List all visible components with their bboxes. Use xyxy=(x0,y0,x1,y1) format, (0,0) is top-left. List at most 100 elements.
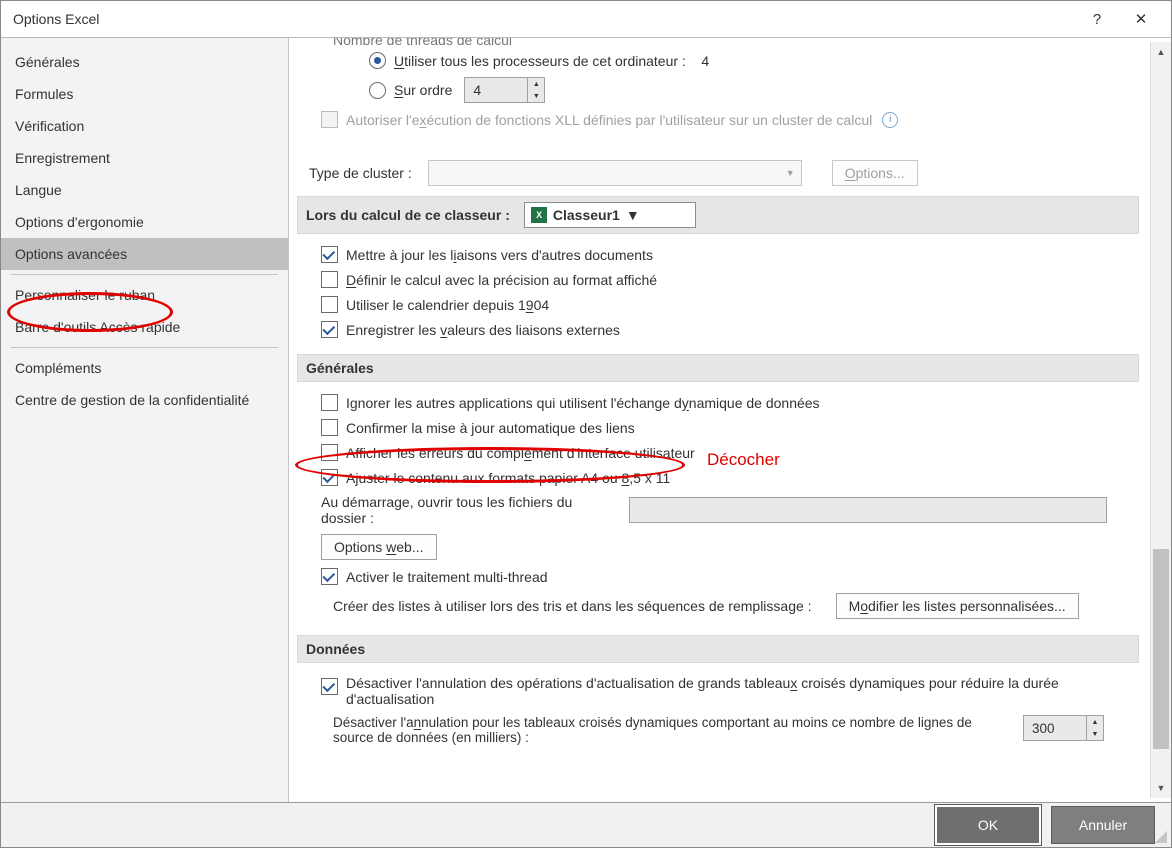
cluster-options-button: Options... xyxy=(832,160,918,186)
custom-lists-label: Créer des listes à utiliser lors des tri… xyxy=(333,598,812,614)
checkbox-label: Utiliser le calendrier depuis 1904 xyxy=(346,297,549,313)
checkbox-icon xyxy=(321,271,338,288)
scroll-thumb[interactable] xyxy=(1153,549,1169,749)
sidebar-item-save[interactable]: Enregistrement xyxy=(1,142,288,174)
checkbox-row-1904[interactable]: Utiliser le calendrier depuis 1904 xyxy=(321,292,1147,317)
checkbox-label: Confirmer la mise à jour automatique des… xyxy=(346,420,635,436)
window-title: Options Excel xyxy=(13,11,99,27)
group-header-workbook-calc: Lors du calcul de ce classeur : X Classe… xyxy=(297,196,1139,234)
spinner-value: 300 xyxy=(1024,716,1086,740)
checkbox-row-save-link-values[interactable]: Enregistrer les valeurs des liaisons ext… xyxy=(321,317,1147,342)
cluster-type-label: Type de cluster : xyxy=(309,165,412,181)
group-title: Générales xyxy=(306,360,374,376)
vertical-scrollbar[interactable]: ▲ ▼ xyxy=(1150,42,1171,798)
sidebar-item-label: Langue xyxy=(15,182,62,198)
group-header-data: Données xyxy=(297,635,1139,663)
custom-lists-button[interactable]: Modifier les listes personnalisées... xyxy=(836,593,1079,619)
sidebar-item-label: Options d'ergonomie xyxy=(15,214,144,230)
checkbox-icon xyxy=(321,246,338,263)
checkbox-row-precision[interactable]: Définir le calcul avec la précision au f… xyxy=(321,267,1147,292)
checkbox-icon xyxy=(321,321,338,338)
sidebar: Générales Formules Vérification Enregist… xyxy=(1,38,289,802)
scroll-up-icon: ▲ xyxy=(1151,42,1171,62)
checkbox-label: Définir le calcul avec la précision au f… xyxy=(346,272,657,288)
checkbox-row-update-links[interactable]: Mettre à jour les liaisons vers d'autres… xyxy=(321,242,1147,267)
custom-lists-row: Créer des listes à utiliser lors des tri… xyxy=(333,589,1147,623)
radio-icon xyxy=(369,82,386,99)
data-undo-threshold-label: Désactiver l'annulation pour les tableau… xyxy=(333,715,1013,745)
data-undo-threshold-row: Désactiver l'annulation pour les tableau… xyxy=(333,711,1107,749)
sidebar-item-advanced[interactable]: Options avancées xyxy=(1,238,288,270)
sidebar-item-language[interactable]: Langue xyxy=(1,174,288,206)
resize-grip-icon[interactable] xyxy=(1155,831,1167,843)
group-title: Lors du calcul de ce classeur : xyxy=(306,207,510,223)
checkbox-row-xll: Autoriser l'exécution de fonctions XLL d… xyxy=(321,107,1147,132)
checkbox-row-ignore-dde[interactable]: Ignorer les autres applications qui util… xyxy=(321,390,1147,415)
checkbox-icon xyxy=(321,394,338,411)
sidebar-item-label: Vérification xyxy=(15,118,84,134)
radio-label: Sur ordre xyxy=(394,82,452,98)
group-title: Données xyxy=(306,641,365,657)
data-threshold-spinner[interactable]: 300 ▲ ▼ xyxy=(1023,715,1104,741)
spinner-up-icon: ▲ xyxy=(528,78,544,90)
sidebar-item-general[interactable]: Générales xyxy=(1,46,288,78)
spinner-value: 4 xyxy=(465,78,527,102)
workbook-name: Classeur1 xyxy=(553,207,620,223)
workbook-dropdown[interactable]: X Classeur1 ▼ xyxy=(524,202,696,228)
checkbox-row-addin-errors[interactable]: Afficher les erreurs du complément d'int… xyxy=(321,440,1147,465)
checkbox-label: Autoriser l'exécution de fonctions XLL d… xyxy=(346,112,872,128)
scroll-down-icon: ▼ xyxy=(1151,778,1171,798)
sidebar-item-label: Personnaliser le ruban xyxy=(15,287,155,303)
checkbox-row-disable-undo-pivot[interactable]: Désactiver l'annulation des opérations d… xyxy=(321,671,1147,711)
sidebar-item-label: Centre de gestion de la confidentialité xyxy=(15,392,249,408)
radio-label: Utiliser tous les processeurs de cet ord… xyxy=(394,53,709,69)
checkbox-row-scale-a4[interactable]: Ajuster le contenu aux formats papier A4… xyxy=(321,465,1147,490)
checkbox-icon xyxy=(321,444,338,461)
close-button[interactable]: ✕ xyxy=(1119,4,1163,34)
group-header-general: Générales xyxy=(297,354,1139,382)
sidebar-item-trust-center[interactable]: Centre de gestion de la confidentialité xyxy=(1,384,288,416)
sidebar-item-qat[interactable]: Barre d'outils Accès rapide xyxy=(1,311,288,343)
checkbox-row-multithread[interactable]: Activer le traitement multi-thread xyxy=(321,564,1147,589)
checkbox-label: Désactiver l'annulation des opérations d… xyxy=(346,675,1086,707)
checkbox-label: Mettre à jour les liaisons vers d'autres… xyxy=(346,247,653,263)
dialog-footer: OK Annuler xyxy=(1,803,1171,847)
cut-heading: Nombre de threads de calcul xyxy=(333,38,1147,48)
excel-icon: X xyxy=(531,207,547,223)
startup-folder-input[interactable] xyxy=(629,497,1107,523)
chevron-down-icon: ▼ xyxy=(786,168,795,178)
sidebar-item-label: Enregistrement xyxy=(15,150,110,166)
main-panel: Nombre de threads de calcul Utiliser tou… xyxy=(289,38,1171,802)
sidebar-item-customize-ribbon[interactable]: Personnaliser le ruban xyxy=(1,279,288,311)
radio-row-on-order[interactable]: Sur ordre 4 ▲ ▼ xyxy=(369,73,1147,107)
titlebar: Options Excel ? ✕ xyxy=(1,1,1171,38)
checkbox-label: Activer le traitement multi-thread xyxy=(346,569,548,585)
ok-button[interactable]: OK xyxy=(935,805,1041,845)
sidebar-item-label: Options avancées xyxy=(15,246,127,262)
threads-spinner[interactable]: 4 ▲ ▼ xyxy=(464,77,545,103)
sidebar-item-label: Barre d'outils Accès rapide xyxy=(15,319,180,335)
sidebar-item-proofing[interactable]: Vérification xyxy=(1,110,288,142)
sidebar-item-access[interactable]: Options d'ergonomie xyxy=(1,206,288,238)
sidebar-item-label: Formules xyxy=(15,86,73,102)
help-button[interactable]: ? xyxy=(1075,4,1119,34)
cluster-type-dropdown: ▼ xyxy=(428,160,802,186)
chevron-down-icon: ▼ xyxy=(626,207,640,223)
startup-folder-row: Au démarrage, ouvrir tous les fichiers d… xyxy=(321,490,1147,530)
checkbox-icon xyxy=(321,568,338,585)
sidebar-item-label: Compléments xyxy=(15,360,101,376)
checkbox-label: Enregistrer les valeurs des liaisons ext… xyxy=(346,322,620,338)
cancel-button[interactable]: Annuler xyxy=(1051,806,1155,844)
startup-folder-label: Au démarrage, ouvrir tous les fichiers d… xyxy=(321,494,621,526)
radio-row-use-all[interactable]: Utiliser tous les processeurs de cet ord… xyxy=(369,48,1147,73)
checkbox-icon xyxy=(321,296,338,313)
checkbox-row-confirm-update-links[interactable]: Confirmer la mise à jour automatique des… xyxy=(321,415,1147,440)
checkbox-icon xyxy=(321,469,338,486)
sidebar-item-formulas[interactable]: Formules xyxy=(1,78,288,110)
web-options-button[interactable]: Options web... xyxy=(321,534,437,560)
checkbox-icon xyxy=(321,419,338,436)
checkbox-label: Ignorer les autres applications qui util… xyxy=(346,395,820,411)
scroll-track xyxy=(1151,62,1171,778)
checkbox-icon xyxy=(321,111,338,128)
sidebar-item-addins[interactable]: Compléments xyxy=(1,352,288,384)
